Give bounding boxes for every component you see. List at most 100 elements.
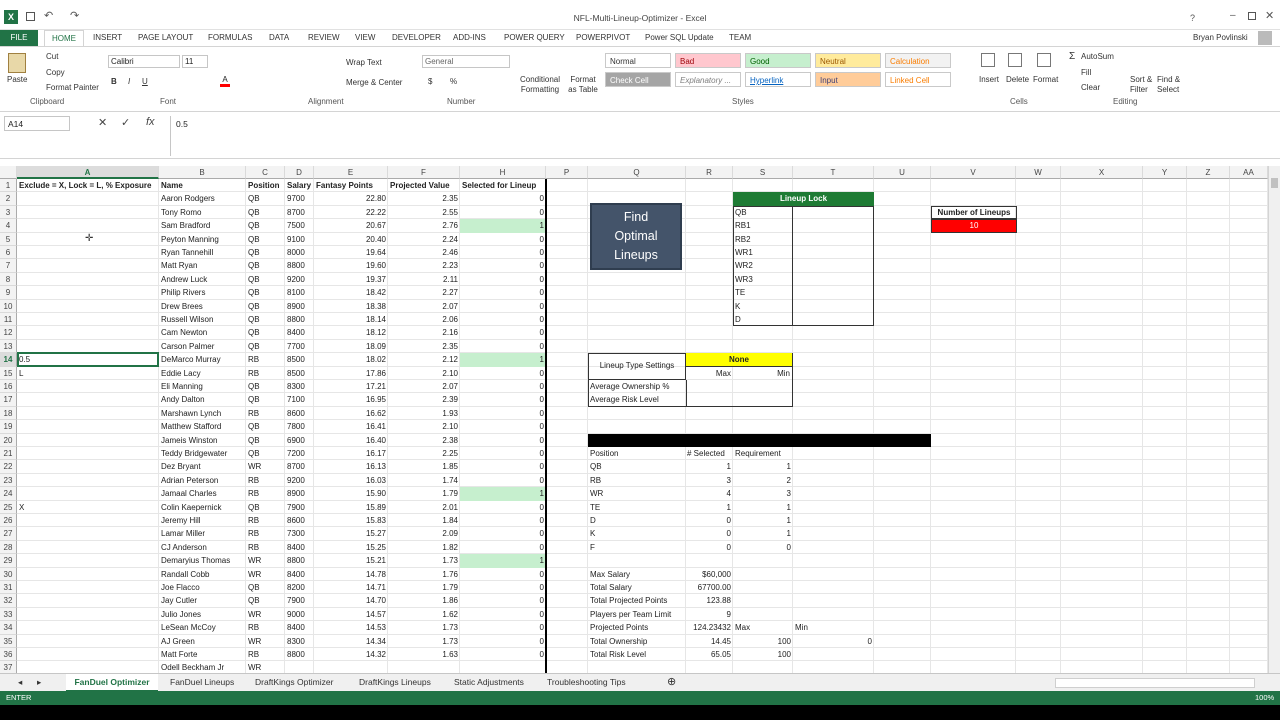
row-header-6[interactable]: 6 (0, 246, 17, 260)
player-salary-cell[interactable]: 9200 (285, 474, 314, 487)
enter-icon[interactable]: ✓ (121, 116, 130, 129)
lineup-lock-input[interactable] (794, 206, 873, 219)
bold-button[interactable]: B (111, 77, 117, 86)
style-hyperlink[interactable]: Hyperlink (745, 72, 811, 87)
exclude-lock-cell[interactable] (17, 273, 159, 286)
exclude-lock-cell[interactable] (17, 246, 159, 259)
header-name[interactable]: Name (159, 179, 246, 192)
exclude-lock-cell[interactable] (17, 541, 159, 554)
player-salary-cell[interactable]: 8800 (285, 648, 314, 661)
style-explanatory[interactable]: Explanatory ... (675, 72, 741, 87)
format-as-table-button[interactable]: Format as Table (566, 75, 600, 95)
row-header-19[interactable]: 19 (0, 420, 17, 434)
row-header-10[interactable]: 10 (0, 299, 17, 313)
autosum-button[interactable]: AutoSum (1081, 52, 1114, 61)
fantasy-points-cell[interactable]: 15.21 (314, 554, 388, 567)
player-position-cell[interactable]: RB (246, 474, 285, 487)
insert-cells-button[interactable]: Insert (979, 75, 999, 84)
lineup-lock-input[interactable] (794, 273, 873, 286)
select-all-corner[interactable] (0, 166, 17, 179)
player-position-cell[interactable]: RB (246, 353, 285, 366)
tab-data[interactable]: DATA (269, 30, 289, 46)
selected-cell[interactable]: 0 (460, 273, 546, 286)
header-fantasy-points[interactable]: Fantasy Points (314, 179, 388, 192)
find-select-button[interactable]: Find & Select (1157, 75, 1187, 95)
player-position-cell[interactable]: QB (246, 434, 285, 447)
player-position-cell[interactable]: QB (246, 594, 285, 607)
fantasy-points-cell[interactable]: 14.78 (314, 568, 388, 581)
selected-cell[interactable]: 1 (460, 487, 546, 501)
projected-value-cell[interactable]: 2.10 (388, 367, 460, 380)
player-name-cell[interactable]: Matt Ryan (159, 259, 246, 272)
player-position-cell[interactable]: QB (246, 326, 285, 339)
exclude-lock-cell[interactable] (17, 527, 159, 540)
sheet-tab-draftkings-lineups[interactable]: DraftKings Lineups (355, 674, 435, 692)
player-name-cell[interactable]: Adrian Peterson (159, 474, 246, 487)
player-position-cell[interactable]: QB (246, 192, 285, 205)
sigma-icon[interactable]: Σ (1069, 51, 1075, 62)
player-position-cell[interactable]: QB (246, 340, 285, 353)
exclude-lock-cell[interactable] (17, 420, 159, 433)
fantasy-points-cell[interactable]: 16.62 (314, 407, 388, 420)
projected-value-cell[interactable]: 2.35 (388, 192, 460, 205)
selected-cell[interactable]: 0 (460, 581, 546, 594)
selected-cell[interactable]: 0 (460, 460, 546, 473)
selected-cell[interactable]: 0 (460, 313, 546, 326)
fantasy-points-cell[interactable]: 18.02 (314, 353, 388, 366)
exclude-lock-cell[interactable] (17, 340, 159, 353)
row-header-23[interactable]: 23 (0, 473, 17, 488)
player-salary-cell[interactable]: 9200 (285, 273, 314, 286)
projected-value-cell[interactable]: 2.39 (388, 393, 460, 406)
player-position-cell[interactable]: QB (246, 300, 285, 313)
selected-cell[interactable]: 0 (460, 514, 546, 527)
row-header-11[interactable]: 11 (0, 313, 17, 327)
player-name-cell[interactable]: DeMarco Murray (159, 353, 246, 366)
exclude-lock-cell[interactable]: X (17, 501, 159, 514)
tab-insert[interactable]: INSERT (93, 30, 122, 46)
projected-value-cell[interactable]: 1.79 (388, 487, 460, 500)
column-header-h[interactable]: H (460, 166, 546, 179)
wrap-text-button[interactable]: Wrap Text (346, 58, 382, 67)
lineup-lock-input[interactable] (794, 313, 873, 326)
format-cells-icon[interactable] (1037, 53, 1051, 67)
projected-value-cell[interactable]: 1.85 (388, 460, 460, 473)
player-salary-cell[interactable]: 8600 (285, 514, 314, 527)
player-name-cell[interactable]: Cam Newton (159, 326, 246, 339)
tab-powerpivot[interactable]: POWERPIVOT (576, 30, 630, 46)
projected-value-cell[interactable]: 2.27 (388, 286, 460, 299)
sort-filter-button[interactable]: Sort & Filter (1130, 75, 1156, 95)
player-name-cell[interactable]: Teddy Bridgewater (159, 447, 246, 460)
selected-cell[interactable]: 0 (460, 192, 546, 205)
sheet-tab-draftkings-optimizer[interactable]: DraftKings Optimizer (251, 674, 337, 692)
player-name-cell[interactable]: Jeremy Hill (159, 514, 246, 527)
player-position-cell[interactable]: QB (246, 286, 285, 299)
row-header-28[interactable]: 28 (0, 540, 17, 555)
player-salary-cell[interactable]: 7500 (285, 219, 314, 232)
selected-cell[interactable]: 0 (460, 233, 546, 246)
player-salary-cell[interactable]: 8800 (285, 259, 314, 272)
player-name-cell[interactable]: Peyton Manning (159, 233, 246, 246)
projected-value-cell[interactable]: 2.07 (388, 380, 460, 393)
font-color-icon[interactable]: A (220, 75, 230, 87)
player-salary-cell[interactable]: 9700 (285, 192, 314, 205)
style-bad[interactable]: Bad (675, 53, 741, 68)
lineup-lock-input[interactable] (794, 233, 873, 246)
player-salary-cell[interactable]: 8300 (285, 635, 314, 648)
player-position-cell[interactable]: QB (246, 259, 285, 272)
row-header-27[interactable]: 27 (0, 527, 17, 541)
exclude-lock-cell[interactable] (17, 648, 159, 661)
player-salary-cell[interactable]: 7800 (285, 420, 314, 433)
player-position-cell[interactable]: QB (246, 206, 285, 219)
player-salary-cell[interactable]: 8800 (285, 554, 314, 567)
cut-button[interactable]: Cut (46, 52, 58, 61)
player-salary-cell[interactable]: 8400 (285, 326, 314, 339)
projected-value-cell[interactable]: 2.24 (388, 233, 460, 246)
selected-cell[interactable]: 0 (460, 380, 546, 393)
projected-value-cell[interactable]: 2.09 (388, 527, 460, 540)
conditional-formatting-button[interactable]: Conditional Formatting (516, 75, 564, 95)
player-name-cell[interactable]: Jameis Winston (159, 434, 246, 447)
fantasy-points-cell[interactable]: 18.38 (314, 300, 388, 313)
fantasy-points-cell[interactable]: 20.40 (314, 233, 388, 246)
row-header-16[interactable]: 16 (0, 380, 17, 394)
projected-value-cell[interactable]: 2.23 (388, 259, 460, 272)
